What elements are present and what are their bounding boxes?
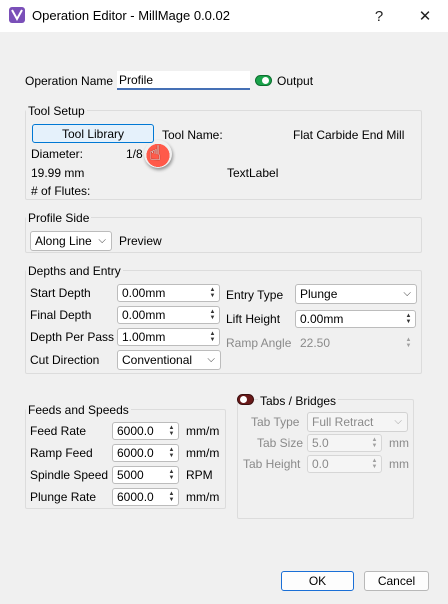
lift-height-label: Lift Height (226, 312, 281, 326)
spindle-speed-value: 5000 (117, 468, 144, 482)
operation-name-label: Operation Name (25, 74, 114, 88)
spin-arrows-icon[interactable]: ▲ ▼ (166, 446, 177, 460)
final-depth-input[interactable]: 0.00mm ▲ ▼ (117, 306, 220, 324)
diameter-label: Diameter: (31, 147, 84, 161)
ramp-angle-input: 22.50 ▲ ▼ (295, 334, 416, 352)
tab-size-value: 5.0 (312, 436, 329, 450)
feed-rate-label: Feed Rate (30, 424, 87, 438)
tab-size-unit: mm (389, 436, 409, 450)
text-label: TextLabel (227, 166, 279, 180)
tab-height-input: 0.0 ▲ ▼ (307, 455, 382, 473)
spin-arrows-icon: ▲ ▼ (371, 458, 378, 470)
tab-height-label: Tab Height (243, 457, 301, 471)
profile-side-select[interactable]: Along Line ⌵ (30, 231, 112, 251)
tabs-title: Tabs / Bridges (258, 394, 339, 408)
tab-type-value: Full Retract (312, 415, 374, 429)
tab-type-select: Full Retract ⌵ (307, 412, 408, 432)
final-depth-label: Final Depth (30, 308, 92, 322)
preview-label: Preview (119, 234, 162, 248)
cut-direction-select[interactable]: Conventional ⌵ (117, 350, 221, 370)
ramp-feed-label: Ramp Feed (30, 446, 93, 460)
feed-rate-unit: mm/m (186, 424, 220, 438)
spin-arrows-icon[interactable]: ▲ ▼ (166, 490, 177, 504)
start-depth-label: Start Depth (30, 286, 91, 300)
ramp-feed-unit: mm/m (186, 446, 220, 460)
close-icon: ✕ (418, 8, 432, 25)
spin-arrows-icon[interactable]: ▲ ▼ (166, 468, 177, 482)
tool-name-label: Tool Name: (162, 128, 223, 142)
feed-rate-input[interactable]: 6000.0 ▲ ▼ (112, 422, 179, 440)
help-button[interactable]: ? (356, 0, 402, 32)
depths-title: Depths and Entry (26, 264, 123, 278)
tab-height-value: 0.0 (312, 457, 329, 471)
close-button[interactable]: ✕ (402, 0, 448, 32)
tab-size-label: Tab Size (257, 436, 304, 450)
lift-height-value: 0.00mm (300, 312, 344, 326)
title-bar: Operation Editor - MillMage 0.0.02 ? ✕ (0, 0, 448, 32)
final-depth-value: 0.00mm (122, 308, 166, 322)
diameter-fraction: 1/8 (126, 147, 143, 161)
tab-type-label: Tab Type (251, 415, 300, 429)
hand-pointer-cursor-icon (144, 140, 172, 168)
help-icon: ? (374, 7, 384, 25)
cancel-button[interactable]: Cancel (364, 571, 429, 591)
entry-type-select[interactable]: Plunge ⌵ (295, 284, 417, 304)
tab-size-input: 5.0 ▲ ▼ (307, 434, 382, 452)
tabs-toggle[interactable] (237, 394, 254, 405)
spindle-speed-input[interactable]: 5000 ▲ ▼ (112, 466, 179, 484)
entry-type-label: Entry Type (226, 288, 284, 302)
spin-arrows-icon[interactable]: ▲ ▼ (207, 286, 218, 300)
plunge-rate-input[interactable]: 6000.0 ▲ ▼ (112, 488, 179, 506)
chevron-down-icon: ⌵ (98, 235, 106, 246)
feed-rate-value: 6000.0 (117, 424, 154, 438)
tab-height-unit: mm (389, 457, 409, 471)
app-icon (9, 7, 25, 23)
spin-arrows-icon[interactable]: ▲ ▼ (207, 308, 218, 322)
profile-side-value: Along Line (35, 234, 92, 248)
plunge-rate-label: Plunge Rate (30, 490, 97, 504)
depth-per-pass-label: Depth Per Pass (30, 330, 115, 344)
depth-per-pass-value: 1.00mm (122, 330, 166, 344)
profile-side-title: Profile Side (26, 211, 92, 225)
spin-arrows-icon: ▲ ▼ (405, 337, 412, 349)
cut-direction-label: Cut Direction (30, 353, 100, 367)
lift-height-input[interactable]: 0.00mm ▲ ▼ (295, 310, 416, 328)
tool-setup-title: Tool Setup (26, 104, 87, 118)
spin-arrows-icon: ▲ ▼ (371, 437, 378, 449)
feeds-title: Feeds and Speeds (26, 403, 131, 417)
flutes-label: # of Flutes: (31, 184, 91, 198)
output-toggle[interactable] (255, 75, 272, 86)
spindle-speed-label: Spindle Speed (30, 468, 109, 482)
ok-button[interactable]: OK (281, 571, 354, 591)
plunge-rate-unit: mm/m (186, 490, 220, 504)
chevron-down-icon: ⌵ (403, 288, 411, 299)
plunge-rate-value: 6000.0 (117, 490, 154, 504)
spin-arrows-icon[interactable]: ▲ ▼ (207, 330, 218, 344)
operation-name-input[interactable] (117, 71, 250, 90)
chevron-down-icon: ⌵ (207, 354, 215, 365)
ramp-angle-value: 22.50 (300, 336, 331, 350)
chevron-down-icon: ⌵ (394, 416, 402, 427)
tool-library-button[interactable]: Tool Library (32, 124, 154, 143)
spindle-speed-unit: RPM (186, 468, 213, 482)
window-title: Operation Editor - MillMage 0.0.02 (32, 8, 230, 23)
diameter-mm: 19.99 mm (31, 166, 85, 180)
start-depth-value: 0.00mm (122, 286, 166, 300)
entry-type-value: Plunge (300, 287, 338, 301)
output-label: Output (277, 74, 314, 88)
spin-arrows-icon[interactable]: ▲ ▼ (403, 312, 414, 326)
ramp-angle-label: Ramp Angle (226, 336, 292, 350)
cut-direction-value: Conventional (122, 353, 193, 367)
tool-name-value: Flat Carbide End Mill (293, 128, 405, 142)
spin-arrows-icon[interactable]: ▲ ▼ (166, 424, 177, 438)
ramp-feed-input[interactable]: 6000.0 ▲ ▼ (112, 444, 179, 462)
ramp-feed-value: 6000.0 (117, 446, 154, 460)
depth-per-pass-input[interactable]: 1.00mm ▲ ▼ (117, 328, 220, 346)
start-depth-input[interactable]: 0.00mm ▲ ▼ (117, 284, 220, 302)
